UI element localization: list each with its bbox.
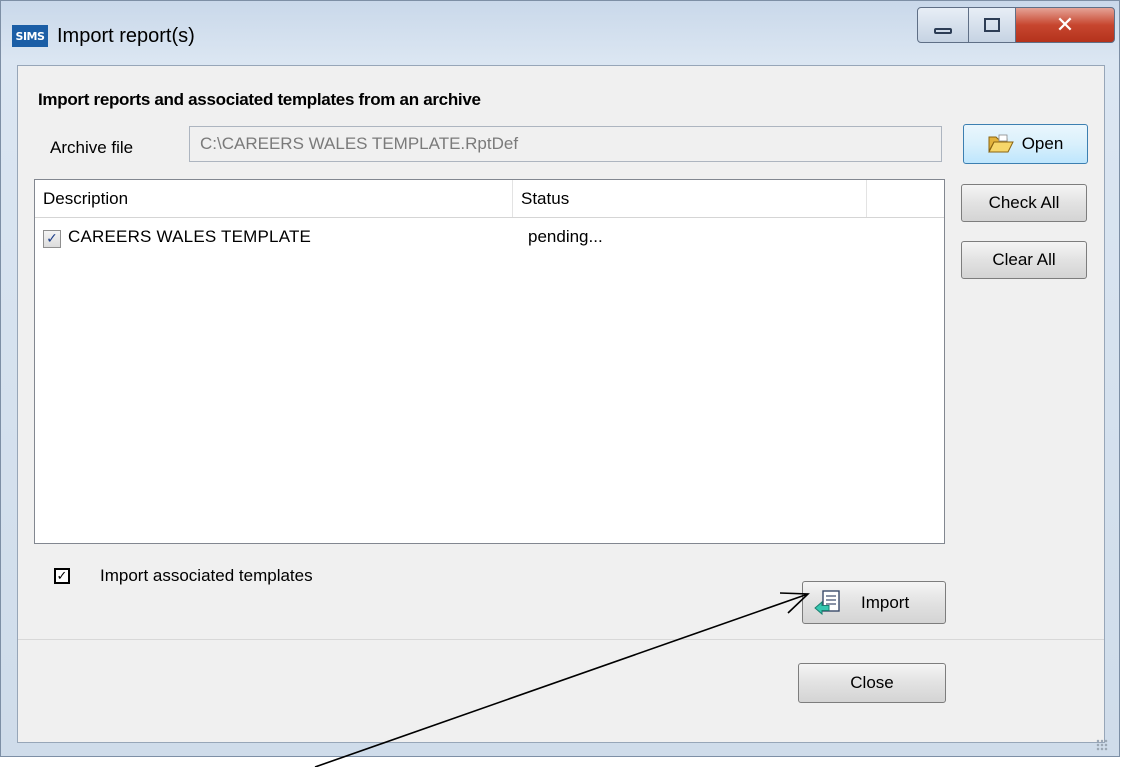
maximize-button[interactable] [968, 7, 1016, 43]
row-status: pending... [528, 227, 603, 246]
minimize-button[interactable] [917, 7, 969, 43]
list-header: Description Status [35, 180, 944, 218]
column-header-description[interactable]: Description [35, 180, 513, 217]
open-button-label: Open [1021, 134, 1064, 153]
minimize-icon [934, 28, 952, 34]
title-bar: SIMS Import report(s) ✕ [1, 1, 1119, 65]
import-button-label: Import [861, 592, 910, 612]
archive-file-field[interactable] [189, 126, 942, 162]
row-checkbox[interactable]: ✓ [43, 230, 61, 248]
clear-all-button[interactable]: Clear All [961, 241, 1087, 279]
resize-grip[interactable] [1096, 739, 1108, 751]
row-description: CAREERS WALES TEMPLATE [68, 227, 312, 246]
section-heading: Import reports and associated templates … [38, 90, 481, 109]
import-templates-checkbox[interactable]: ✓ [54, 568, 70, 584]
check-all-label: Check All [988, 193, 1060, 212]
close-button-label: Close [850, 673, 894, 692]
close-icon: ✕ [1055, 12, 1075, 38]
list-item[interactable]: ✓ CAREERS WALES TEMPLATE pending... [35, 220, 944, 252]
archive-file-label: Archive file [50, 138, 134, 157]
close-button[interactable]: Close [798, 663, 946, 703]
window-title: Import report(s) [57, 25, 195, 47]
check-all-button[interactable]: Check All [961, 184, 1087, 222]
reports-list[interactable]: Description Status ✓ CAREERS WALES TEMPL… [34, 179, 945, 544]
dialog-client-area: Import reports and associated templates … [17, 65, 1105, 743]
import-button[interactable]: Import [802, 581, 946, 624]
clear-all-label: Clear All [992, 250, 1056, 269]
sims-app-icon: SIMS [12, 25, 48, 47]
close-window-button[interactable]: ✕ [1015, 7, 1115, 43]
column-header-status[interactable]: Status [513, 180, 867, 217]
import-document-icon [814, 589, 840, 615]
folder-open-icon [987, 134, 1014, 153]
column-header-filler [867, 180, 944, 217]
import-reports-window: SIMS Import report(s) ✕ Import reports a… [0, 0, 1120, 757]
open-button[interactable]: Open [963, 124, 1088, 164]
import-templates-label: Import associated templates [100, 566, 313, 585]
footer-separator [18, 639, 1104, 640]
maximize-icon [984, 18, 1000, 32]
